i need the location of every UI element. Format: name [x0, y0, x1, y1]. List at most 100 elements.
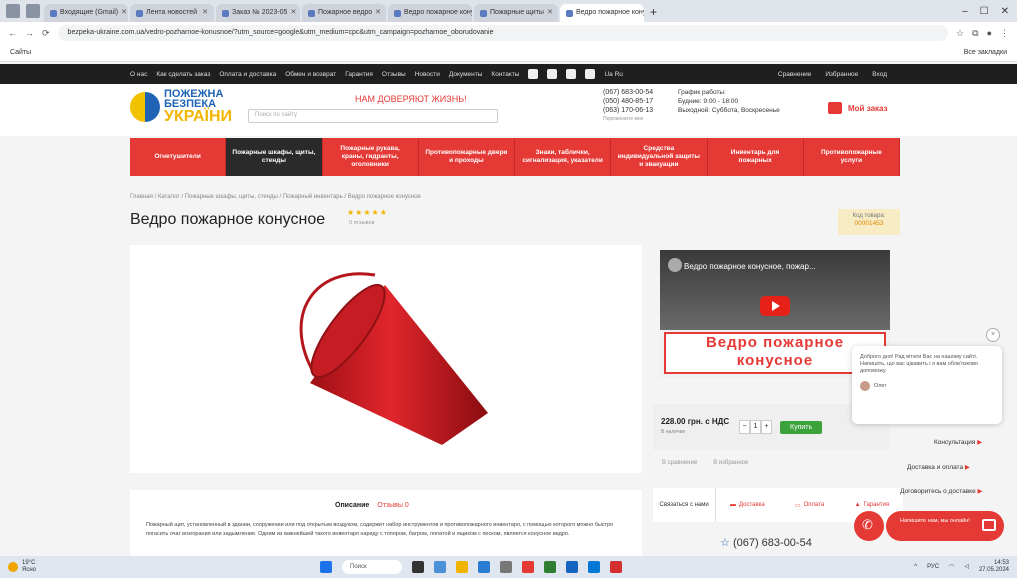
callback-link[interactable]: Перезвоните мне [603, 115, 653, 124]
product-image[interactable] [130, 245, 642, 473]
tab-reviews[interactable]: Отзывы 0 [377, 502, 408, 509]
topnav-link[interactable]: Контакты [491, 71, 519, 78]
edge-icon[interactable] [478, 561, 490, 573]
reload-icon[interactable]: ⟳ [42, 28, 50, 39]
taskbar-search[interactable]: Поиск [342, 560, 402, 574]
chat-link-agree[interactable]: Договоритесь о доставке ▶ [900, 487, 983, 495]
compare-link[interactable]: Сравнение [778, 71, 811, 78]
topnav-link[interactable]: Обмен и возврат [285, 71, 336, 78]
phone-number[interactable]: (050) 480-85-17 [603, 97, 653, 106]
topnav-link[interactable]: Оплата и доставка [219, 71, 276, 78]
category-item[interactable]: Противопожарные услуги [804, 138, 900, 176]
chrome-icon[interactable] [522, 561, 534, 573]
phone-call-button[interactable] [854, 511, 884, 541]
widgets-icon[interactable] [434, 561, 446, 573]
tab-payment[interactable]: ▭ Оплата [779, 488, 841, 522]
breadcrumb[interactable]: Главная / Каталог / Пожарные шкафы, щиты… [130, 194, 421, 200]
topnav-link[interactable]: Новости [415, 71, 440, 78]
rating-stars[interactable]: ★★★★★ [347, 208, 388, 217]
topnav-link[interactable]: Гарантия [345, 71, 373, 78]
word-icon[interactable] [566, 561, 578, 573]
tab-contact[interactable]: Связаться с нами [653, 488, 717, 522]
forward-arrow-icon[interactable]: → [25, 28, 34, 38]
category-item[interactable]: Огнетушители [130, 138, 227, 176]
chat-link-delivery[interactable]: Доставка и оплата ▶ [907, 463, 970, 471]
url-input[interactable]: bezpeka-ukraine.com.ua/vedro-pozharnoe-k… [57, 25, 949, 41]
language-switch[interactable]: Ua Ru [604, 71, 622, 78]
close-tab-icon[interactable]: ✕ [121, 4, 127, 22]
category-item[interactable]: Инвентарь для пожарных [708, 138, 804, 176]
category-item[interactable]: Пожарные рукава, краны, гидранты, оголов… [323, 138, 419, 176]
new-tab-button[interactable]: + [650, 5, 657, 19]
wifi-icon[interactable]: ◠ [949, 564, 954, 571]
close-tab-icon[interactable]: ✕ [290, 4, 296, 22]
facebook-icon[interactable] [528, 69, 539, 79]
chat-link-consult[interactable]: Консультация ▶ [934, 438, 982, 446]
category-item[interactable]: Противопожарные двери и проходы [419, 138, 515, 176]
topnav-link[interactable]: Документы [449, 71, 483, 78]
task-view-icon[interactable] [412, 561, 424, 573]
profile-icon[interactable]: ● [987, 28, 992, 38]
browser-tab-active[interactable]: Ведро пожарное конусное✕ [560, 4, 644, 22]
menu-icon[interactable]: ⋮ [1000, 28, 1009, 39]
chat-close-icon[interactable]: × [986, 328, 1000, 342]
reviews-count[interactable]: 0 отзывов [349, 220, 374, 226]
site-logo[interactable]: ПОЖЕЖНА БЕЗПЕКА УКРАЇНИ [130, 89, 232, 125]
chat-open-button[interactable]: Напишите нам, мы онлайн! [886, 511, 1004, 541]
weather-widget[interactable]: 19°C Ясно [8, 560, 36, 574]
close-tab-icon[interactable]: ✕ [375, 4, 381, 22]
qty-input[interactable]: 1 [750, 420, 761, 434]
tab-description[interactable]: Описание [335, 502, 369, 509]
topnav-link[interactable]: Как сделать заказ [156, 71, 210, 78]
telegram-icon[interactable] [585, 69, 596, 79]
tray-chevron-icon[interactable]: ^ [914, 564, 917, 571]
qty-plus-button[interactable]: + [761, 420, 772, 434]
wishlist-button[interactable]: В избранное [713, 460, 748, 466]
excel-icon[interactable] [544, 561, 556, 573]
tab-delivery[interactable]: ▬ Доставка [716, 488, 778, 522]
star-icon[interactable]: ☆ [956, 28, 964, 39]
all-bookmarks[interactable]: Все закладки [964, 49, 1007, 56]
compare-button[interactable]: В сравнение [662, 460, 697, 466]
login-link[interactable]: Вход [872, 71, 887, 78]
volume-icon[interactable]: ◁ [964, 564, 969, 571]
close-tab-icon[interactable]: ✕ [202, 4, 208, 22]
windows-start-icon[interactable] [320, 561, 332, 573]
topnav-link[interactable]: Отзывы [382, 71, 406, 78]
phone-number[interactable]: (067) 683-00-54 [603, 88, 653, 97]
store-icon[interactable] [500, 561, 512, 573]
clock[interactable]: 14:53 27.05.2024 [979, 560, 1009, 574]
browser-tab[interactable]: Пожарное ведро ✕ [302, 4, 386, 22]
search-input[interactable]: Поиск по сайту [248, 109, 498, 123]
close-tab-icon[interactable]: ✕ [547, 4, 553, 22]
browser-tab[interactable]: Заказ № 2023-05 ✕ [216, 4, 300, 22]
favorites-link[interactable]: Избранное [825, 71, 858, 78]
tab-menu-icon[interactable] [6, 4, 20, 18]
input-language[interactable]: РУС [927, 564, 939, 571]
minimize-button[interactable]: – [962, 6, 968, 17]
browser-tab[interactable]: Ведро пожарное конусное✕ [388, 4, 472, 22]
bottom-phone[interactable]: ☆ (067) 683-00-54 [720, 536, 812, 549]
chat-popup[interactable]: Доброго дня! Рад вітати Вас на нашому са… [852, 346, 1002, 424]
cart-button[interactable]: Мой заказ [828, 102, 888, 114]
extensions-icon[interactable]: ⧉ [972, 28, 978, 39]
file-explorer-icon[interactable] [456, 561, 468, 573]
phone-number[interactable]: (063) 170-06-13 [603, 106, 653, 115]
mail-icon[interactable] [588, 561, 600, 573]
browser-tab[interactable]: Входящие (Gmail) ✕ [44, 4, 128, 22]
close-window-button[interactable]: ✕ [1001, 6, 1009, 17]
category-item[interactable]: Знаки, таблички, сигнализация, указатели [515, 138, 612, 176]
qty-minus-button[interactable]: − [739, 420, 750, 434]
play-button-icon[interactable] [760, 296, 790, 316]
youtube-icon[interactable] [566, 69, 577, 79]
app-icon[interactable] [610, 561, 622, 573]
buy-button[interactable]: Купить [780, 420, 823, 434]
category-item[interactable]: Средства индивидуальной защиты и эвакуац… [611, 138, 708, 176]
category-item-active[interactable]: Пожарные шкафы, щиты, стенды [226, 138, 323, 176]
maximize-button[interactable]: ☐ [980, 6, 989, 17]
tab-back-icon[interactable] [26, 4, 40, 18]
topnav-link[interactable]: О нас [130, 71, 147, 78]
browser-tab[interactable]: Лента новостей ✕ [130, 4, 214, 22]
instagram-icon[interactable] [547, 69, 558, 79]
browser-tab[interactable]: Пожарные щиты ✕ [474, 4, 558, 22]
